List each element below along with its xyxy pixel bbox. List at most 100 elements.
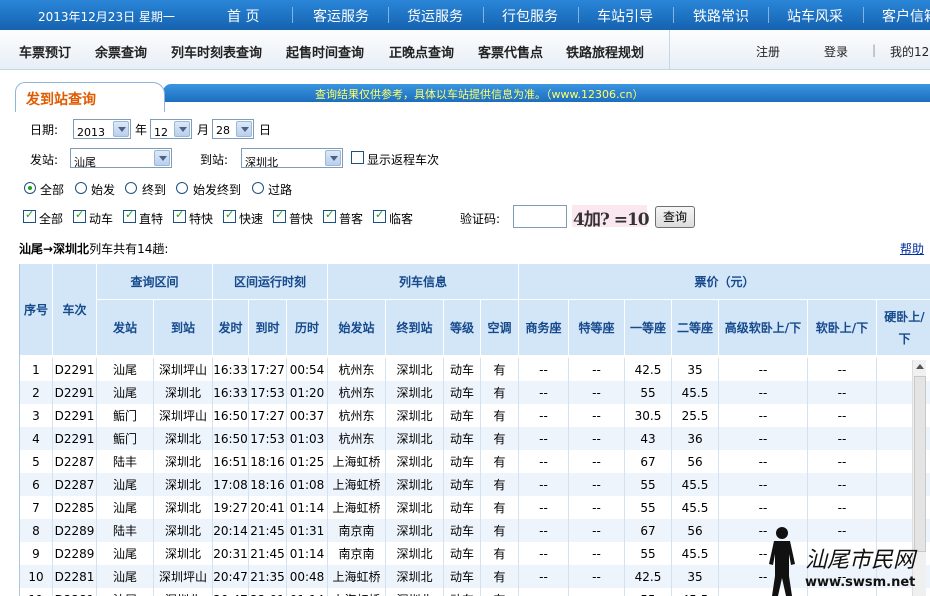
captcha-input[interactable]: [513, 205, 567, 228]
row-to: 深圳北: [154, 473, 213, 496]
type-emu-checkbox[interactable]: [73, 208, 86, 223]
nav-passenger-service[interactable]: 客运服务: [313, 6, 369, 26]
header-dur: 历时: [287, 300, 328, 356]
row-from: 汕尾: [97, 358, 154, 381]
table-row[interactable]: 5 D2287 陆丰 深圳北 16:51 18:16 01:25 上海虹桥 深圳北 动车有 -- --…: [20, 450, 930, 473]
nav-divider: [292, 7, 293, 23]
type-express-checkbox[interactable]: [173, 208, 186, 223]
return-trains-checkbox[interactable]: [351, 151, 364, 164]
sub-ticket-booking[interactable]: 车票预订: [19, 42, 71, 61]
to-station-select[interactable]: 深圳北: [241, 148, 343, 169]
row-arr: 21:35: [249, 565, 287, 588]
sub-timetable-query[interactable]: 列车时刻表查询: [171, 42, 262, 61]
row-terminal: 深圳北: [386, 496, 444, 519]
nav-railway-knowledge[interactable]: 铁路常识: [693, 6, 749, 26]
row-arr: 17:27: [249, 358, 287, 381]
radio-terminal-label: 终到: [142, 183, 167, 197]
row-seq: 3: [20, 404, 53, 427]
table-row[interactable]: 3 D2291 鲘门 深圳坪山 16:50 17:27 00:37 杭州东 深圳北 动车有 -- --…: [20, 404, 930, 427]
query-button[interactable]: 查询: [655, 206, 695, 228]
row-second-class: 36: [672, 427, 719, 450]
header-seq: 序号: [20, 264, 53, 356]
to-station-label: 到站:: [200, 153, 229, 167]
row-origin: 上海虹桥: [328, 565, 386, 588]
type-temporary-checkbox[interactable]: [373, 208, 386, 223]
from-station-select[interactable]: 汕尾: [70, 148, 172, 169]
header-hard-sleeper: 硬卧上/下: [877, 300, 930, 356]
sub-journey-planner[interactable]: 铁路旅程规划: [566, 42, 644, 61]
year-select[interactable]: 2013: [73, 119, 131, 139]
type-express-label: 特快: [189, 212, 214, 226]
nav-home[interactable]: 首 页: [227, 6, 259, 26]
register-link[interactable]: 注册: [756, 43, 780, 60]
row-to: 深圳北: [154, 381, 213, 404]
row-from: 汕尾: [97, 381, 154, 404]
radio-all[interactable]: [24, 182, 36, 194]
row-origin: 杭州东: [328, 404, 386, 427]
panel-title: 发到站查询: [26, 92, 96, 108]
watermark-text: 汕尾市民网: [805, 548, 916, 573]
row-dur: 01:14: [287, 496, 328, 519]
row-soft-sleeper: --: [808, 404, 877, 427]
row-to: 深圳北: [154, 519, 213, 542]
row-grade: 动车: [444, 473, 481, 496]
my-12306-link[interactable]: 我的123: [890, 43, 930, 60]
row-dep: 16:50: [213, 427, 249, 450]
radio-origin-terminal[interactable]: [176, 182, 188, 194]
type-regular-checkbox[interactable]: [323, 208, 336, 223]
type-emu-label: 动车: [89, 212, 114, 226]
login-link[interactable]: 登录: [824, 43, 848, 60]
radio-terminal[interactable]: [125, 182, 137, 194]
sub-sale-time-query[interactable]: 起售时间查询: [286, 42, 364, 61]
table-row[interactable]: 1 D2291 汕尾 深圳坪山 16:33 17:27 00:54 杭州东 深圳北 动车有 -- --…: [20, 358, 930, 381]
table-row[interactable]: 7 D2285 汕尾 深圳北 19:27 20:41 01:14 上海虹桥 深圳北 动车有 -- --…: [20, 496, 930, 519]
row-ac: 有: [481, 404, 519, 427]
date-label: 日期:: [30, 123, 59, 137]
nav-station-showcase[interactable]: 站车风采: [787, 6, 843, 26]
nav-parcel-service[interactable]: 行包服务: [502, 6, 558, 26]
nav-customer-mailbox[interactable]: 客户信箱: [882, 6, 930, 26]
row-grade: 动车: [444, 519, 481, 542]
day-select[interactable]: 28: [212, 119, 254, 139]
row-dur: 01:14: [287, 588, 328, 596]
row-dep: 20:47: [213, 588, 249, 596]
type-regular-fast-checkbox[interactable]: [273, 208, 286, 223]
sub-ticket-agents[interactable]: 客票代售点: [478, 42, 543, 61]
row-deluxe-soft-sleeper: --: [719, 427, 808, 450]
row-from: 鲘门: [97, 427, 154, 450]
nav-station-guide[interactable]: 车站引导: [597, 6, 653, 26]
row-from: 汕尾: [97, 565, 154, 588]
type-fast-checkbox[interactable]: [223, 208, 236, 223]
row-ac: 有: [481, 588, 519, 596]
table-row[interactable]: 2 D2291 汕尾 深圳北 16:33 17:53 01:20 杭州东 深圳北 动车有 -- -- 5…: [20, 381, 930, 404]
subbar-divider: [669, 30, 670, 70]
row-deluxe-soft-sleeper: --: [719, 496, 808, 519]
row-second-class: 45.5: [672, 381, 719, 404]
row-grade: 动车: [444, 496, 481, 519]
sub-delay-query[interactable]: 正晚点查询: [389, 42, 454, 61]
table-row[interactable]: 6 D2287 汕尾 深圳北 17:08 18:16 01:08 上海虹桥 深圳北 动车有 -- --…: [20, 473, 930, 496]
sub-remaining-tickets[interactable]: 余票查询: [95, 42, 147, 61]
type-direct-express-checkbox[interactable]: [123, 208, 136, 223]
row-special: --: [569, 427, 625, 450]
row-ac: 有: [481, 427, 519, 450]
nav-freight-service[interactable]: 货运服务: [407, 6, 463, 26]
row-dep: 20:47: [213, 565, 249, 588]
help-link[interactable]: 帮助: [900, 240, 924, 257]
radio-origin[interactable]: [75, 182, 87, 194]
row-seq: 11: [20, 588, 53, 596]
row-to: 深圳北: [154, 542, 213, 565]
panel-tab: 发到站查询: [15, 82, 165, 112]
watermark-url: www.swsm.net: [805, 575, 916, 590]
row-arr: 22:01: [249, 588, 287, 596]
captcha-image[interactable]: 4加? =10: [572, 205, 650, 230]
type-all-checkbox[interactable]: [23, 208, 36, 223]
row-soft-sleeper: --: [808, 473, 877, 496]
radio-passing[interactable]: [252, 182, 264, 194]
scroll-up-icon[interactable]: [913, 360, 927, 374]
row-origin: 杭州东: [328, 381, 386, 404]
table-row[interactable]: 4 D2291 鲘门 深圳北 16:50 17:53 01:03 杭州东 深圳北 动车有 -- -- 4…: [20, 427, 930, 450]
year-unit: 年: [135, 123, 148, 137]
month-select[interactable]: 12: [150, 119, 192, 139]
row-seq: 6: [20, 473, 53, 496]
